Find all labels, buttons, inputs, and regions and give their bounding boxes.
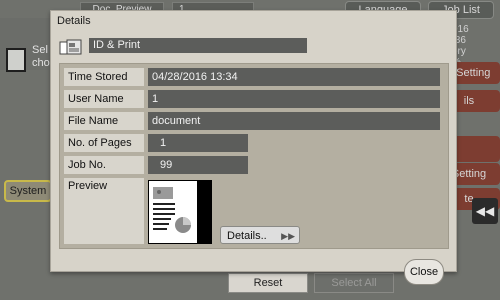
- document-icon: [6, 48, 26, 72]
- details-panel: Time Stored 04/28/2016 13:34 User Name 1…: [59, 63, 449, 249]
- system-button: System: [4, 180, 52, 202]
- close-button[interactable]: Close: [404, 259, 444, 285]
- time-stored-label: Time Stored: [64, 68, 144, 86]
- job-no-value: 99: [148, 156, 248, 174]
- details-dialog: Details ID & Print Time Stored 04/28/201…: [50, 10, 457, 272]
- pages-label: No. of Pages: [64, 134, 144, 152]
- selected-document-area: Sel cho: [0, 18, 53, 72]
- job-no-label: Job No.: [64, 156, 144, 174]
- file-name-label: File Name: [64, 112, 144, 130]
- preview-row: Preview Details.. ▶▶: [64, 178, 442, 244]
- preview-page: [149, 181, 197, 243]
- file-name-row: File Name document: [64, 112, 442, 130]
- time-stored-value: 04/28/2016 13:34: [148, 68, 440, 86]
- pages-row: No. of Pages 1: [64, 134, 442, 152]
- user-name-row: User Name 1: [64, 90, 442, 108]
- preview-thumbnail: [148, 180, 212, 244]
- double-right-arrow-icon: ▶▶: [281, 231, 295, 241]
- selected-text: Sel cho: [32, 44, 50, 69]
- document-name-label: ID & Print: [89, 38, 307, 53]
- time-stored-row: Time Stored 04/28/2016 13:34: [64, 68, 442, 86]
- double-left-arrow-icon[interactable]: ◀◀: [472, 198, 498, 224]
- user-name-label: User Name: [64, 90, 144, 108]
- pages-value: 1: [148, 134, 248, 152]
- select-all-button: Select All: [314, 273, 394, 293]
- details-button[interactable]: Details.. ▶▶: [220, 226, 300, 244]
- document-scan-icon: [59, 38, 85, 56]
- file-name-value: document: [148, 112, 440, 130]
- job-no-row: Job No. 99: [64, 156, 442, 174]
- reset-button: Reset: [228, 273, 308, 293]
- user-name-value: 1: [148, 90, 440, 108]
- preview-label: Preview: [64, 178, 144, 244]
- dialog-title: Details: [57, 15, 91, 27]
